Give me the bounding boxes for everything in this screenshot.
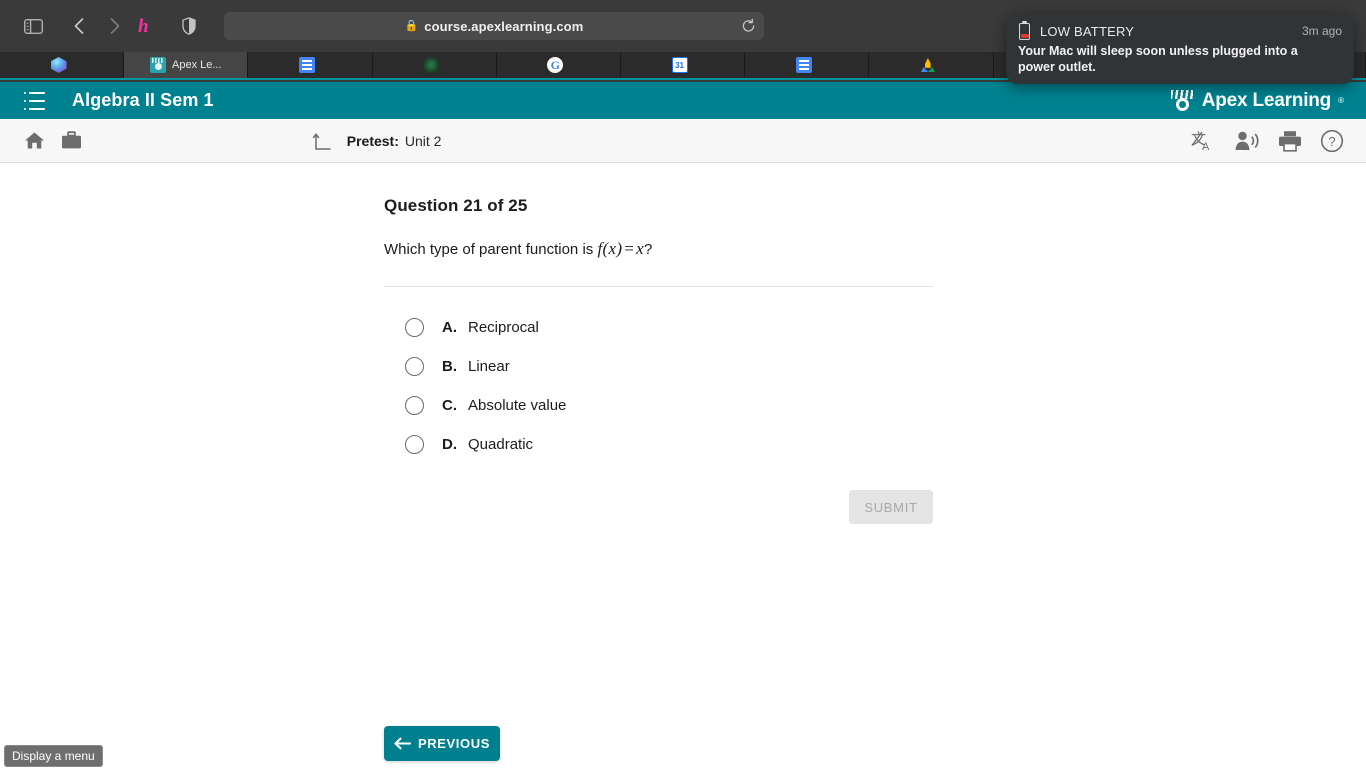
notification-header: LOW BATTERY 3m ago — [1018, 21, 1342, 41]
svg-text:?: ? — [1328, 134, 1335, 149]
google-drive-icon — [920, 57, 936, 73]
sidebar-toggle-icon[interactable] — [18, 11, 48, 41]
math-equals: = — [624, 239, 635, 258]
breadcrumb: Pretest: Unit 2 — [312, 131, 442, 151]
option-letter: A. — [442, 319, 457, 336]
tab-0[interactable] — [0, 52, 125, 78]
answer-options: A. Reciprocal B. Linear C. Absolute valu… — [405, 308, 935, 464]
address-bar[interactable]: 🔒 course.apexlearning.com — [224, 12, 764, 40]
lock-icon: 🔒 — [404, 19, 419, 32]
chevron-right-icon[interactable] — [100, 11, 130, 41]
notification-timestamp: 3m ago — [1301, 24, 1342, 38]
apex-logo-text: Apex Learning — [1201, 89, 1332, 111]
radio-button[interactable] — [405, 396, 424, 415]
radio-button[interactable] — [405, 435, 424, 454]
answer-option-d[interactable]: D. Quadratic — [405, 425, 935, 464]
answer-option-c[interactable]: C. Absolute value — [405, 386, 935, 425]
reload-icon[interactable] — [741, 18, 756, 34]
question-number: Question 21 of 25 — [384, 196, 528, 215]
svg-text:h: h — [138, 16, 149, 37]
honey-extension-icon[interactable]: h — [130, 11, 160, 41]
option-text: Absolute value — [468, 397, 567, 414]
status-tooltip: Display a menu — [4, 745, 103, 767]
option-letter: C. — [442, 397, 457, 414]
option-letter: B. — [442, 358, 457, 375]
google-docs-icon — [298, 57, 315, 73]
apex-logo-trademark: ® — [1338, 96, 1344, 105]
tab-title: Apex Le... — [172, 59, 222, 71]
previous-button[interactable]: PREVIOUS — [384, 726, 500, 761]
google-docs-icon — [795, 57, 812, 73]
arrow-left-icon — [394, 737, 411, 750]
prompt-prefix: Which type of parent function is — [384, 241, 598, 258]
tab-5[interactable]: 31 — [621, 52, 746, 78]
option-letter: D. — [442, 436, 457, 453]
briefcase-icon[interactable] — [61, 131, 82, 150]
apex-learning-logo: Apex Learning ® — [1169, 89, 1344, 112]
apex-learning-logo-icon — [1169, 89, 1195, 112]
answer-option-b[interactable]: B. Linear — [405, 347, 935, 386]
low-battery-icon — [1018, 21, 1031, 41]
sub-toolbar-actions: 文 A ? — [1191, 129, 1344, 153]
dark-green-circle-icon — [423, 57, 440, 73]
prompt-suffix: ? — [644, 241, 653, 258]
google-icon: G — [547, 57, 564, 73]
chevron-left-icon[interactable] — [64, 11, 94, 41]
math-x2: x — [636, 239, 645, 258]
up-arrow-icon[interactable] — [312, 131, 335, 151]
question-content: Question 21 of 25 Which type of parent f… — [0, 163, 1366, 768]
submit-button[interactable]: SUBMIT — [849, 490, 933, 524]
low-battery-notification[interactable]: LOW BATTERY 3m ago Your Mac will sleep s… — [1006, 14, 1354, 84]
breadcrumb-label: Pretest: — [346, 132, 399, 149]
home-icon[interactable] — [24, 131, 45, 150]
radio-button[interactable] — [405, 357, 424, 376]
list-menu-icon[interactable] — [24, 91, 46, 110]
previous-button-label: PREVIOUS — [418, 736, 490, 751]
apex-learning-icon — [150, 57, 166, 73]
answer-option-a[interactable]: A. Reciprocal — [405, 308, 935, 347]
tab-6[interactable] — [745, 52, 870, 78]
breadcrumb-value: Unit 2 — [404, 132, 442, 149]
shield-privacy-icon[interactable] — [174, 11, 204, 41]
course-header: Algebra II Sem 1 Apex Learning ® — [0, 82, 1366, 119]
help-icon[interactable]: ? — [1320, 129, 1344, 153]
notification-title: LOW BATTERY — [1040, 23, 1135, 39]
print-icon[interactable] — [1278, 130, 1302, 152]
option-text: Quadratic — [468, 436, 534, 453]
option-text: Linear — [468, 358, 510, 375]
tab-apex-learning[interactable]: Apex Le... — [124, 52, 249, 78]
question-block: Question 21 of 25 Which type of parent f… — [384, 196, 934, 261]
url-text: course.apexlearning.com — [424, 18, 584, 34]
translate-icon[interactable]: 文 A — [1191, 129, 1216, 152]
course-sub-toolbar: Pretest: Unit 2 文 A ? — [0, 119, 1366, 163]
question-divider — [384, 286, 933, 287]
math-expression: f(x) = x — [597, 239, 644, 258]
address-bar-content: 🔒 course.apexlearning.com — [405, 19, 584, 34]
gem-icon — [50, 57, 67, 73]
read-aloud-icon[interactable] — [1234, 130, 1260, 152]
notification-body: Your Mac will sleep soon unless plugged … — [1018, 44, 1298, 74]
radio-button[interactable] — [405, 318, 424, 337]
tab-4[interactable]: G — [497, 52, 621, 78]
tab-7[interactable] — [869, 52, 994, 78]
google-calendar-icon: 31 — [671, 57, 688, 73]
tab-2[interactable] — [248, 52, 373, 78]
page-title: Algebra II Sem 1 — [72, 90, 214, 110]
option-text: Reciprocal — [468, 319, 539, 336]
question-prompt: Which type of parent function is f(x) = x? — [384, 238, 934, 261]
tab-3[interactable] — [373, 52, 497, 78]
svg-text:A: A — [1202, 141, 1210, 152]
